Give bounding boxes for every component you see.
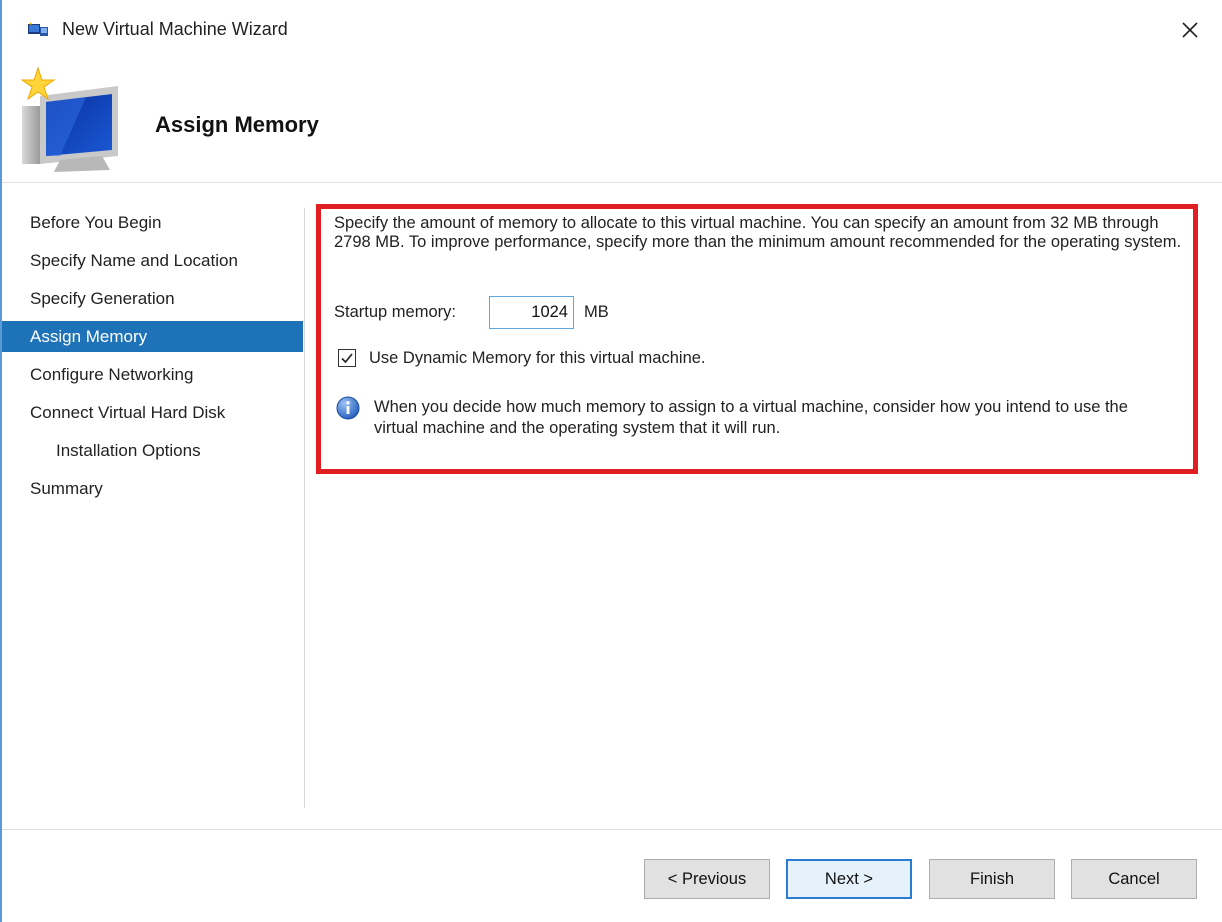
header-divider [2, 182, 1222, 183]
finish-button[interactable]: Finish [929, 859, 1055, 899]
dynamic-memory-label[interactable]: Use Dynamic Memory for this virtual mach… [369, 349, 706, 368]
dynamic-memory-checkbox[interactable] [338, 349, 356, 367]
nav-item-before-you-begin[interactable]: Before You Begin [2, 204, 303, 242]
next-button[interactable]: Next > [786, 859, 912, 899]
page-title: Assign Memory [155, 112, 319, 137]
wizard-steps: Before You Begin Specify Name and Locati… [2, 204, 303, 508]
startup-memory-label: Startup memory: [334, 303, 456, 321]
virtual-machine-icon [28, 22, 48, 36]
memory-description: Specify the amount of memory to allocate… [334, 214, 1182, 251]
nav-item-specify-generation[interactable]: Specify Generation [2, 280, 303, 318]
nav-item-assign-memory[interactable]: Assign Memory [2, 321, 303, 352]
startup-memory-input[interactable] [489, 296, 574, 329]
info-text: When you decide how much memory to assig… [374, 398, 1128, 437]
nav-item-configure-networking[interactable]: Configure Networking [2, 356, 303, 394]
checkmark-icon [341, 353, 353, 364]
previous-button[interactable]: < Previous [644, 859, 770, 899]
title-bar: New Virtual Machine Wizard [2, 0, 1222, 60]
cancel-button[interactable]: Cancel [1071, 859, 1197, 899]
nav-item-connect-virtual-hard-disk[interactable]: Connect Virtual Hard Disk [2, 394, 303, 432]
startup-memory-unit: MB [584, 303, 609, 321]
nav-item-specify-name-and-location[interactable]: Specify Name and Location [2, 242, 303, 280]
nav-divider [304, 208, 305, 808]
wizard-header: Assign Memory [2, 60, 1222, 182]
footer-divider [2, 829, 1222, 830]
new-computer-icon [20, 66, 118, 172]
close-icon[interactable] [1172, 12, 1208, 48]
info-icon [336, 396, 360, 420]
window-title: New Virtual Machine Wizard [62, 19, 288, 39]
nav-item-summary[interactable]: Summary [2, 470, 303, 508]
nav-item-installation-options[interactable]: Installation Options [2, 432, 303, 470]
